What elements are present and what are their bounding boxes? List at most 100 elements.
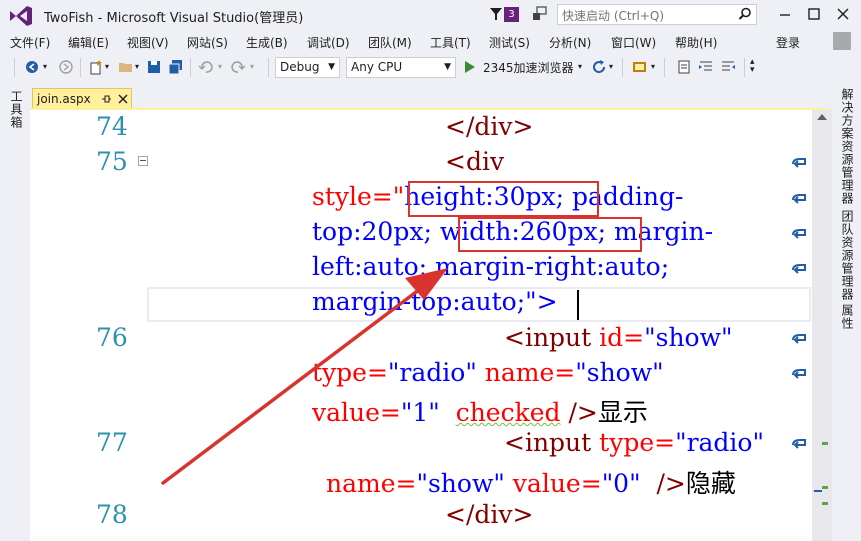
menu-window[interactable]: 窗口(W) bbox=[611, 34, 656, 51]
name-attribute: name= bbox=[326, 469, 417, 498]
refresh-dropdown-icon[interactable]: ▾ bbox=[609, 62, 613, 71]
toolbar-separator bbox=[80, 58, 81, 77]
type-value: "radio" bbox=[387, 358, 477, 387]
quick-launch-box[interactable] bbox=[557, 4, 757, 26]
visual-studio-logo-icon bbox=[10, 6, 32, 26]
browser-link-dropdown-icon[interactable]: ▾ bbox=[651, 62, 655, 71]
search-icon[interactable] bbox=[738, 7, 752, 21]
code-line-76-wrap2: value="1" checked />显示 bbox=[312, 393, 648, 429]
line-number: 76 bbox=[96, 323, 128, 352]
style-attribute: style=" bbox=[312, 182, 405, 211]
label-text: 隐藏 bbox=[685, 469, 736, 498]
configuration-value: Debug bbox=[280, 60, 320, 74]
code-line-78: </div> bbox=[445, 500, 534, 529]
filter-icon[interactable] bbox=[489, 6, 503, 22]
indent-icon[interactable] bbox=[698, 59, 714, 75]
maximize-button[interactable] bbox=[803, 4, 825, 24]
word-wrap-icon bbox=[792, 194, 806, 204]
navigate-forward-icon[interactable] bbox=[58, 59, 74, 75]
collapse-toggle[interactable] bbox=[138, 156, 148, 166]
code-line-75-wrap4: margin-top:auto;"> bbox=[312, 287, 558, 316]
notification-badge[interactable]: 3 bbox=[504, 7, 519, 22]
menu-help[interactable]: 帮助(H) bbox=[675, 34, 717, 51]
change-marker bbox=[822, 442, 828, 445]
type-attribute: type= bbox=[312, 358, 388, 387]
right-tool-strip: 解决方案资源管理器 团队资源管理器 属性 bbox=[832, 82, 861, 541]
navigate-back-icon[interactable] bbox=[24, 59, 40, 75]
menu-debug[interactable]: 调试(D) bbox=[307, 34, 350, 51]
word-wrap-icon bbox=[792, 158, 806, 168]
left-tool-strip: 工具箱 bbox=[0, 82, 30, 541]
back-dropdown-icon[interactable]: ▾ bbox=[43, 62, 47, 71]
feedback-icon[interactable] bbox=[532, 6, 548, 22]
close-icon[interactable] bbox=[117, 93, 129, 105]
width-annotation-box bbox=[458, 217, 642, 252]
toolbar-separator bbox=[268, 58, 269, 77]
menu-tools[interactable]: 工具(T) bbox=[430, 34, 471, 51]
label-text: 显示 bbox=[597, 398, 648, 427]
properties-tab[interactable]: 属性 bbox=[839, 304, 856, 330]
menu-website[interactable]: 网站(S) bbox=[187, 34, 228, 51]
menu-build[interactable]: 生成(B) bbox=[246, 34, 288, 51]
scroll-up-arrow-icon[interactable] bbox=[816, 112, 828, 122]
undo-dropdown-icon[interactable]: ▾ bbox=[218, 62, 222, 71]
tab-join-aspx[interactable]: join.aspx bbox=[32, 88, 132, 110]
redo-icon[interactable] bbox=[230, 59, 246, 75]
vertical-scrollbar[interactable] bbox=[812, 110, 832, 541]
menu-view[interactable]: 视图(V) bbox=[127, 34, 169, 51]
document-outline-icon[interactable] bbox=[676, 59, 692, 75]
solution-explorer-tab[interactable]: 解决方案资源管理器 bbox=[839, 88, 856, 205]
redo-dropdown-icon[interactable]: ▾ bbox=[250, 62, 254, 71]
minimize-button[interactable] bbox=[774, 4, 796, 24]
solution-platform-dropdown[interactable]: Any CPU ▼ bbox=[346, 57, 456, 78]
window-title: TwoFish - Microsoft Visual Studio(管理员) bbox=[44, 11, 304, 26]
open-dropdown-icon[interactable]: ▾ bbox=[135, 62, 139, 71]
quick-launch-input[interactable] bbox=[558, 6, 734, 26]
outdent-icon[interactable] bbox=[720, 59, 736, 75]
code-editor[interactable]: 74 75 76 77 78 </div> <div style="height… bbox=[30, 110, 812, 541]
sign-in-link[interactable]: 登录 bbox=[776, 34, 800, 51]
word-wrap-icon bbox=[792, 264, 806, 274]
menu-analyze[interactable]: 分析(N) bbox=[549, 34, 591, 51]
text-caret bbox=[577, 290, 579, 320]
code-line-74: </div> bbox=[445, 112, 534, 141]
team-explorer-tab[interactable]: 团队资源管理器 bbox=[839, 210, 856, 301]
open-folder-icon[interactable] bbox=[118, 59, 134, 75]
toolbar-separator bbox=[744, 58, 745, 77]
code-line-76: <input id="show" bbox=[504, 323, 733, 352]
solution-configuration-dropdown[interactable]: Debug ▼ bbox=[275, 57, 340, 78]
menu-file[interactable]: 文件(F) bbox=[10, 34, 50, 51]
run-target-label[interactable]: 2345加速浏览器 bbox=[483, 59, 574, 76]
input-tag: <input bbox=[504, 323, 592, 352]
code-line-77: <input type="radio" bbox=[504, 428, 764, 457]
pin-icon[interactable] bbox=[100, 93, 112, 105]
menu-test[interactable]: 测试(S) bbox=[489, 34, 530, 51]
new-project-icon[interactable] bbox=[88, 59, 104, 75]
new-dropdown-icon[interactable]: ▾ bbox=[105, 62, 109, 71]
menu-edit[interactable]: 编辑(E) bbox=[68, 34, 109, 51]
browser-link-icon[interactable] bbox=[632, 59, 648, 75]
line-number: 77 bbox=[96, 428, 128, 457]
menu-team[interactable]: 团队(M) bbox=[368, 34, 412, 51]
chevron-down-icon: ▼ bbox=[444, 62, 451, 72]
name-value: "show" bbox=[416, 469, 505, 498]
toolbar-separator bbox=[664, 58, 665, 77]
tab-label: join.aspx bbox=[37, 92, 91, 106]
code-line-75-open: <div bbox=[445, 147, 505, 176]
toolbox-tab[interactable]: 工具箱 bbox=[8, 90, 25, 129]
word-wrap-icon bbox=[792, 334, 806, 344]
run-target-dropdown-icon[interactable]: ▾ bbox=[578, 62, 582, 71]
value-value: "0" bbox=[601, 469, 641, 498]
save-icon[interactable] bbox=[146, 59, 162, 75]
avatar[interactable] bbox=[833, 32, 851, 50]
toolbar-overflow-icon[interactable]: ▴ ▾ bbox=[750, 58, 755, 75]
close-window-button[interactable] bbox=[832, 4, 854, 24]
menu-bar: 文件(F) 编辑(E) 视图(V) 网站(S) 生成(B) 调试(D) 团队(M… bbox=[0, 30, 861, 52]
toolbar-grip bbox=[14, 58, 15, 77]
save-all-icon[interactable] bbox=[168, 59, 184, 75]
word-wrap-icon bbox=[792, 229, 806, 239]
start-debugging-icon[interactable] bbox=[463, 59, 477, 75]
change-marker bbox=[822, 502, 828, 505]
undo-icon[interactable] bbox=[198, 59, 214, 75]
refresh-icon[interactable] bbox=[591, 59, 607, 75]
